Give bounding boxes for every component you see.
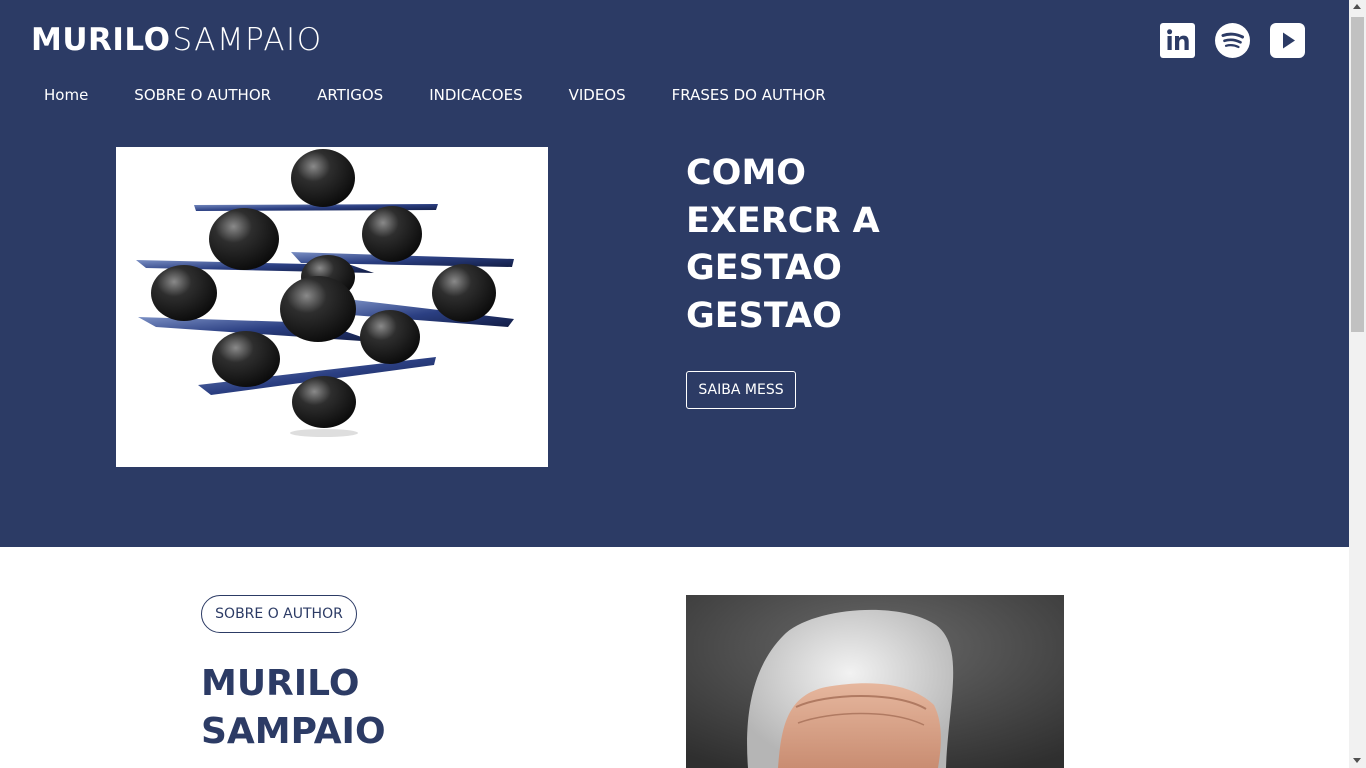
youtube-play-icon [1270, 23, 1305, 58]
about-title-line: SAMPAIO [201, 711, 386, 752]
logo-light-text: SAMPAIO [172, 22, 323, 58]
hero-title-line: EXERCR A [686, 200, 880, 241]
social-links [1160, 23, 1305, 58]
nav-item-indicacoes[interactable]: INDICACOES [429, 86, 522, 104]
scroll-up-arrow-icon[interactable] [1353, 4, 1361, 9]
hero-title: COMO EXERCR A GESTAO GESTAO [686, 150, 986, 340]
nav-item-home[interactable]: Home [44, 86, 88, 104]
nav-item-artigos[interactable]: ARTIGOS [317, 86, 383, 104]
youtube-link[interactable] [1270, 23, 1305, 58]
balance-spheres-image [116, 147, 548, 467]
scrollbar-thumb[interactable] [1351, 17, 1364, 332]
sobre-o-author-badge[interactable]: SOBRE O AUTHOR [201, 595, 357, 633]
hero-title-line: GESTAO [686, 248, 842, 288]
nav-item-videos[interactable]: VIDEOS [569, 86, 626, 104]
scroll-down-arrow-icon[interactable] [1353, 758, 1361, 763]
saiba-mais-button[interactable]: SAIBA MESS [686, 371, 796, 409]
main-nav: Home SOBRE O AUTHOR ARTIGOS INDICACOES V… [44, 86, 826, 104]
author-portrait-image [686, 595, 1064, 768]
hero-section: MURILO SAMPAIO Home SOBRE O AUTHOR ARTIG… [0, 0, 1349, 547]
logo-bold-text: MURILO [31, 22, 171, 58]
hero-title-line: COMO [686, 153, 807, 193]
nav-item-sobre-o-author[interactable]: SOBRE O AUTHOR [134, 86, 271, 104]
linkedin-icon [1160, 23, 1195, 58]
spotify-link[interactable] [1215, 23, 1250, 58]
linkedin-link[interactable] [1160, 23, 1195, 58]
vertical-scrollbar[interactable] [1349, 0, 1366, 768]
about-title-line: MURILO [201, 663, 360, 704]
nav-item-frases-do-author[interactable]: FRASES DO AUTHOR [672, 86, 826, 104]
page: MURILO SAMPAIO Home SOBRE O AUTHOR ARTIG… [0, 0, 1349, 768]
site-logo[interactable]: MURILO SAMPAIO [31, 22, 323, 62]
about-title: MURILO SAMPAIO [201, 660, 386, 756]
hero-title-line: GESTAO [686, 295, 842, 336]
spotify-icon [1215, 23, 1250, 58]
